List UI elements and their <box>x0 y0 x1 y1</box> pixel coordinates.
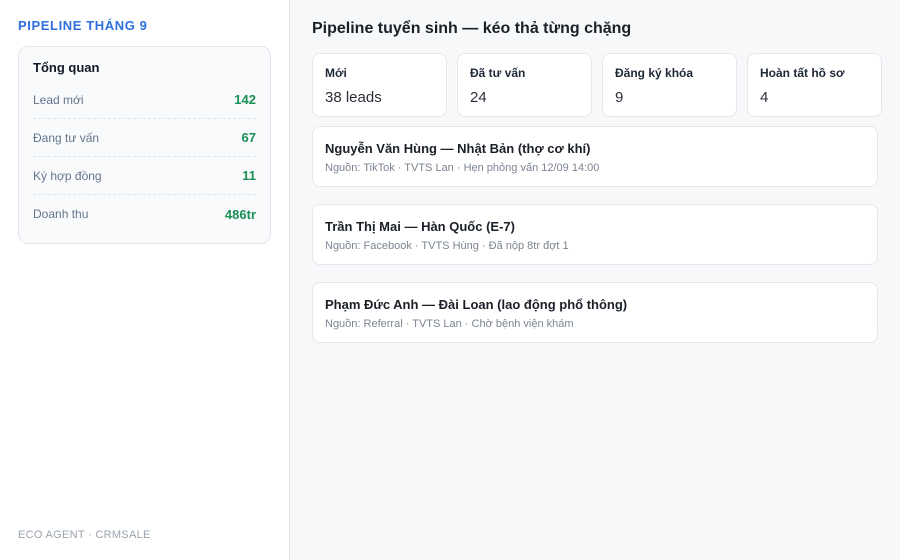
stage-count: 9 <box>615 89 624 106</box>
deal-card[interactable]: Nguyễn Văn Hùng — Nhật Bản (thợ cơ khí) … <box>312 126 878 187</box>
stat-row-new-leads: Lead mới 142 <box>33 81 256 119</box>
stage-count: 38 leads <box>325 89 382 106</box>
stat-value: 142 <box>234 92 256 107</box>
stage-card-enrolled[interactable]: Đăng ký khóa 9 <box>602 53 737 117</box>
page-title: Pipeline tuyển sinh — kéo thả từng chặng <box>312 20 632 37</box>
stage-card-consulted[interactable]: Đã tư vấn 24 <box>457 53 592 117</box>
stat-label: Đang tư vấn <box>33 130 100 145</box>
stat-value: 67 <box>241 130 256 145</box>
stat-label: Lead mới <box>33 92 84 107</box>
deal-meta: Nguồn: TikTok · TVTS Lan · Hẹn phỏng vấn… <box>325 162 600 174</box>
stage-name: Đã tư vấn <box>470 66 526 80</box>
stage-card-new[interactable]: Mới 38 leads <box>312 53 447 117</box>
stat-value: 11 <box>242 168 256 183</box>
stage-name: Mới <box>325 66 347 80</box>
stage-name: Đăng ký khóa <box>615 66 694 80</box>
deal-title: Nguyễn Văn Hùng — Nhật Bản (thợ cơ khí) <box>325 141 591 156</box>
stage-count: 24 <box>470 89 487 106</box>
sidebar: PIPELINE THÁNG 9 Tổng quan Lead mới 142 … <box>0 0 290 560</box>
deal-title: Phạm Đức Anh — Đài Loan (lao động phổ th… <box>325 297 628 312</box>
deal-card[interactable]: Phạm Đức Anh — Đài Loan (lao động phổ th… <box>312 282 878 343</box>
deal-meta: Nguồn: Referral · TVTS Lan · Chờ bệnh vi… <box>325 318 574 330</box>
deal-meta: Nguồn: Facebook · TVTS Hùng · Đã nộp 8tr… <box>325 240 569 252</box>
deal-list: Nguyễn Văn Hùng — Nhật Bản (thợ cơ khí) … <box>312 126 882 343</box>
stage-count: 4 <box>760 89 769 106</box>
stat-label: Ký hợp đồng <box>33 168 102 183</box>
sidebar-brand: PIPELINE THÁNG 9 <box>18 18 148 33</box>
deal-card[interactable]: Trần Thị Mai — Hàn Quốc (E-7) Nguồn: Fac… <box>312 204 878 265</box>
stat-row-contracts: Ký hợp đồng 11 <box>33 157 256 195</box>
stat-row-revenue: Doanh thu 486tr <box>33 195 256 233</box>
stage-name: Hoàn tất hồ sơ <box>760 66 845 80</box>
main-panel: Pipeline tuyển sinh — kéo thả từng chặng… <box>290 0 900 560</box>
stat-label: Doanh thu <box>33 207 89 221</box>
stat-value: 486tr <box>224 206 256 222</box>
pipeline-stages: Mới 38 leads Đã tư vấn 24 Đăng ký khóa 9… <box>312 53 882 117</box>
app-root: PIPELINE THÁNG 9 Tổng quan Lead mới 142 … <box>0 0 900 560</box>
stat-row-consulting: Đang tư vấn 67 <box>33 119 256 157</box>
overview-title: Tổng quan <box>33 60 100 75</box>
stage-card-completed[interactable]: Hoàn tất hồ sơ 4 <box>747 53 882 117</box>
deal-title: Trần Thị Mai — Hàn Quốc (E-7) <box>325 219 515 234</box>
overview-card: Tổng quan Lead mới 142 Đang tư vấn 67 Ký… <box>18 46 271 244</box>
sidebar-footer: ECO AGENT · CRMSALE <box>18 529 151 541</box>
